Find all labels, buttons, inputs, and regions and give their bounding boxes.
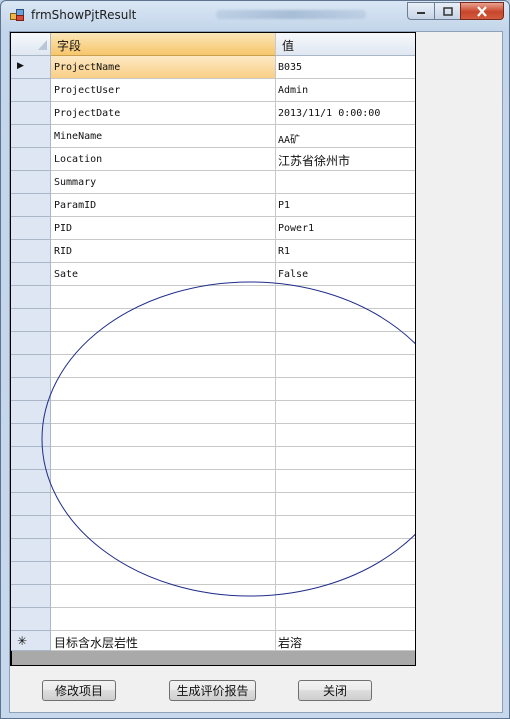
close-button[interactable]: 关闭 [298, 680, 372, 701]
maximize-button[interactable] [434, 2, 460, 20]
close-icon [477, 5, 487, 17]
maximize-icon [442, 6, 453, 16]
minimize-button[interactable] [407, 2, 434, 20]
window-title: frmShowPjtResult [31, 8, 137, 22]
close-window-button[interactable] [460, 2, 504, 20]
app-icon [10, 9, 24, 21]
window: frmShowPjtResult 字段 值 ▶ ProjectName B035… [0, 0, 510, 719]
minimize-icon [417, 12, 425, 14]
annotation-ellipse [41, 281, 415, 597]
edit-project-button[interactable]: 修改项目 [42, 680, 116, 701]
title-bar[interactable]: frmShowPjtResult [1, 1, 509, 31]
blurred-title-area [216, 10, 366, 19]
generate-report-button[interactable]: 生成评价报告 [169, 680, 256, 701]
form-client-area: 字段 值 ▶ ProjectName B035 ProjectUser Admi… [9, 31, 503, 713]
data-grid[interactable]: 字段 值 ▶ ProjectName B035 ProjectUser Admi… [10, 32, 416, 666]
